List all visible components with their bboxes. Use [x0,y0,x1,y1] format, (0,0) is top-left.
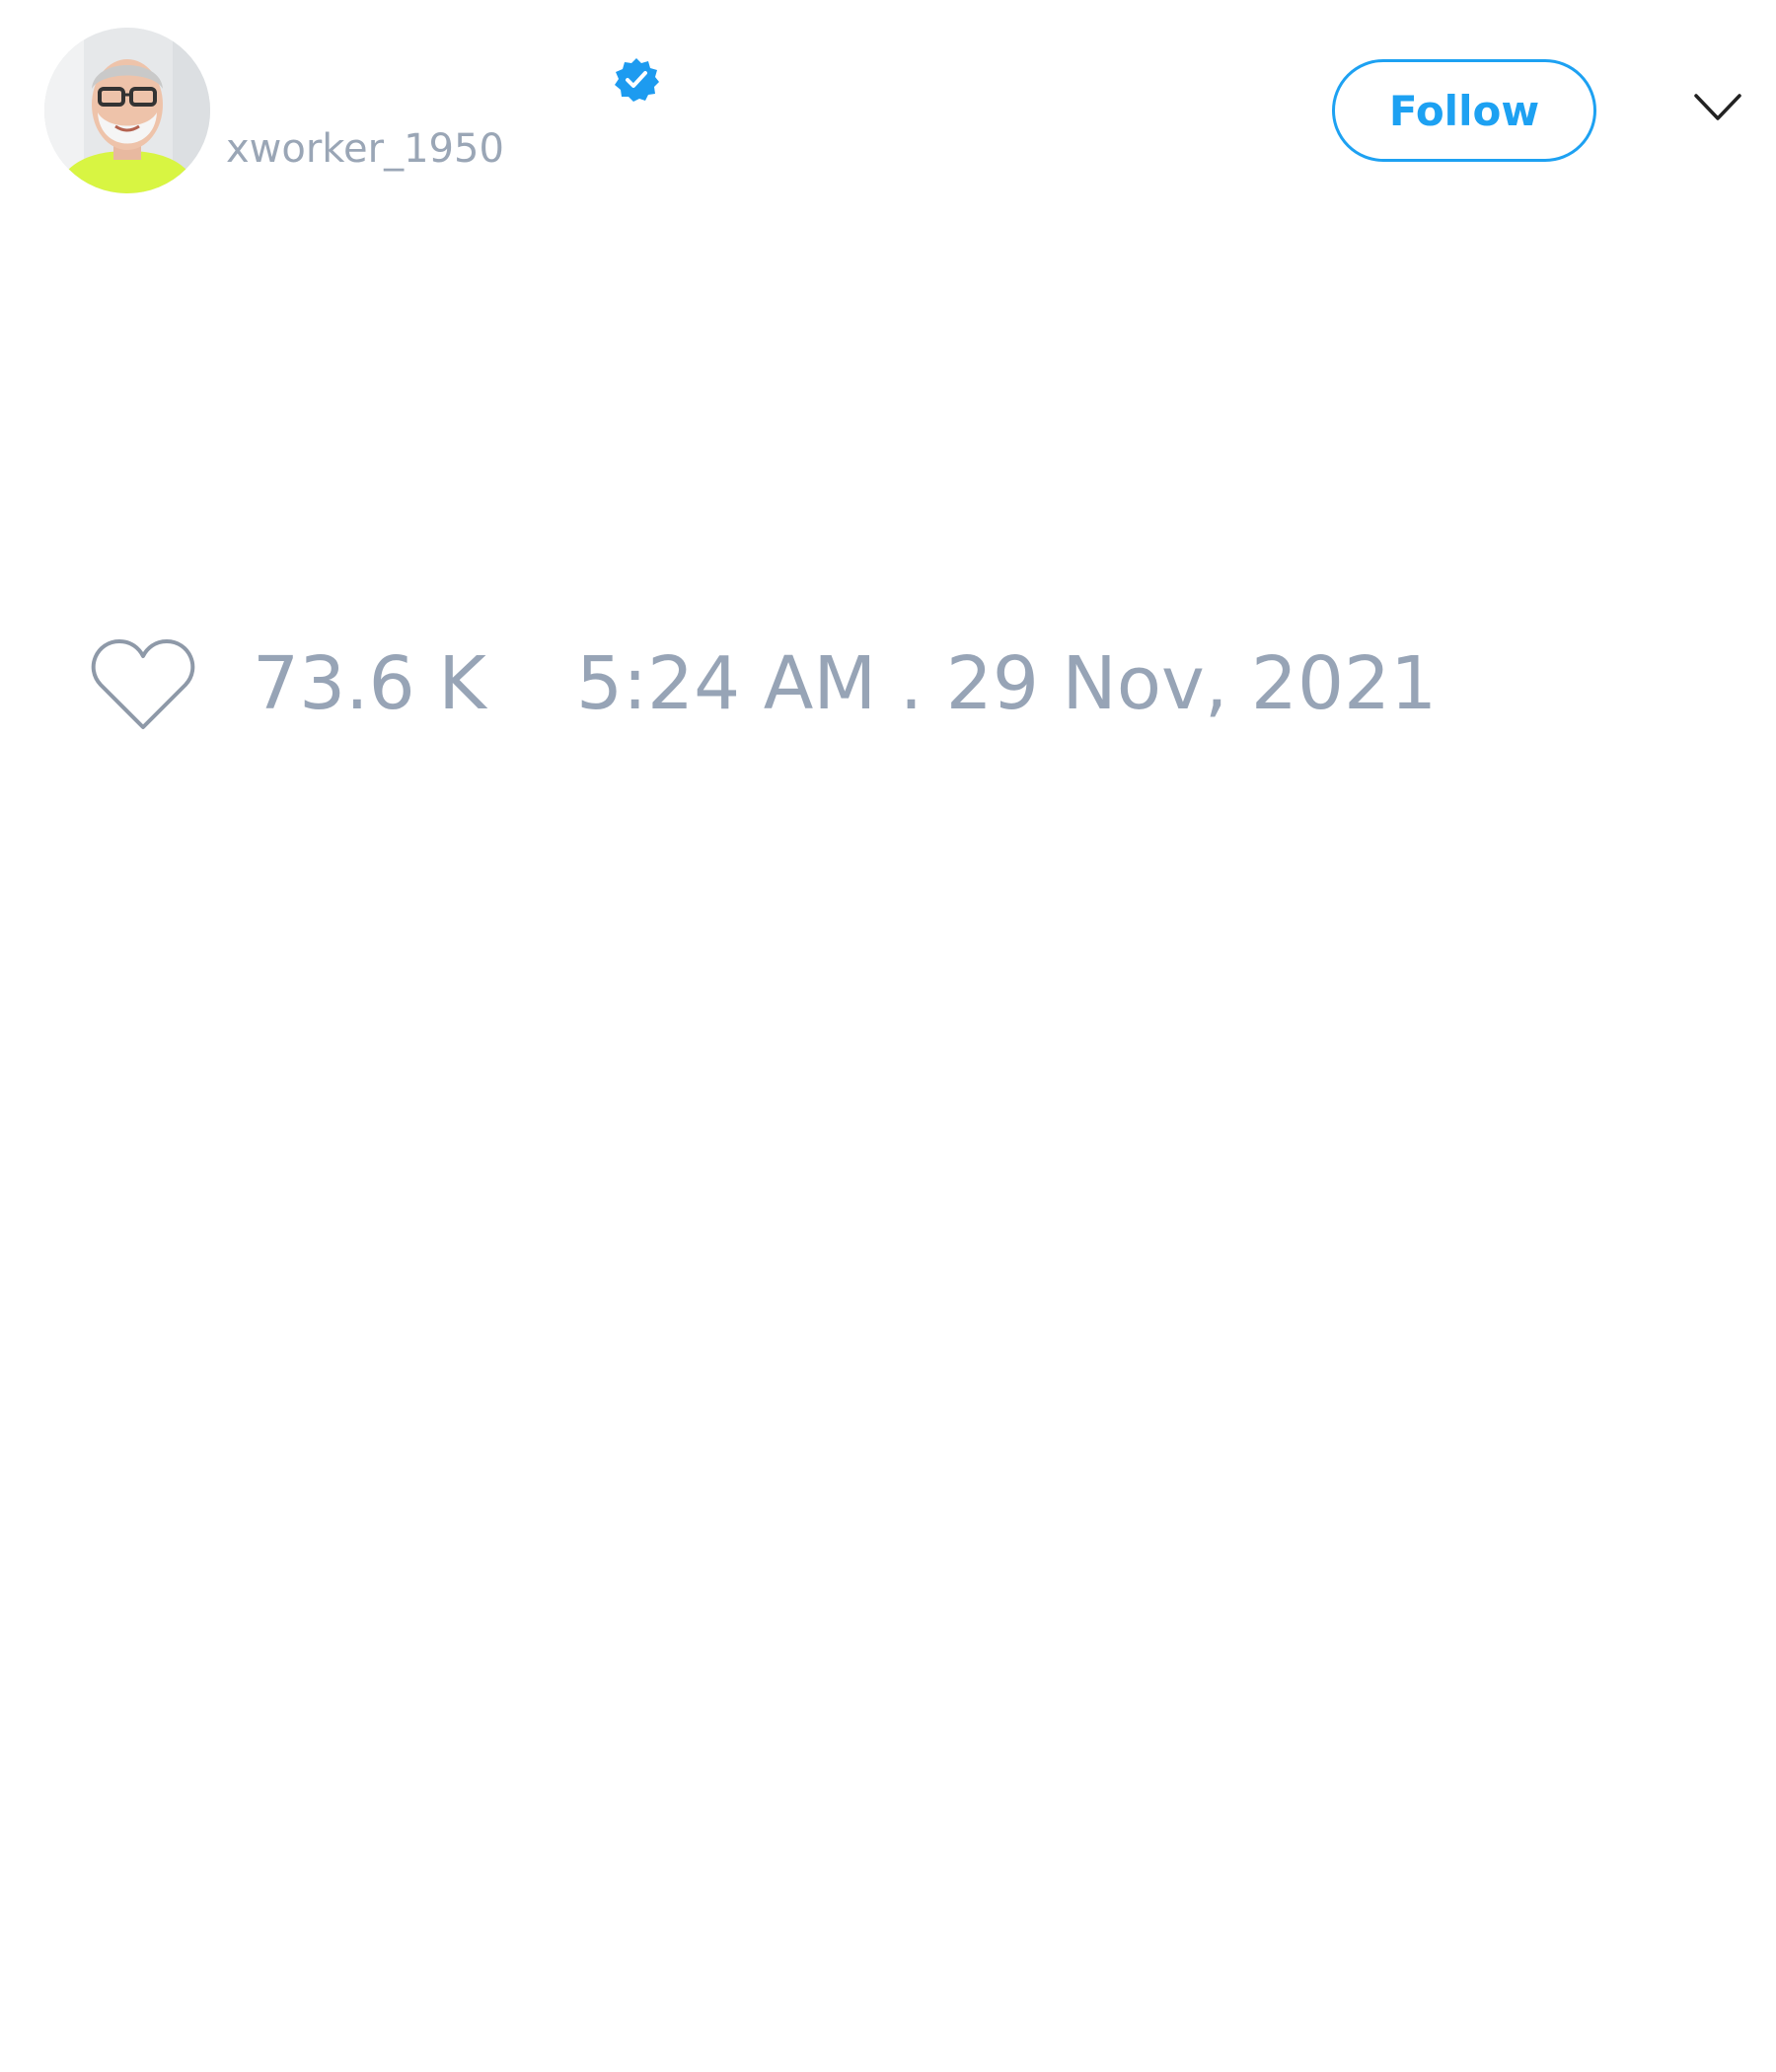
avatar[interactable] [44,28,210,193]
chevron-down-icon[interactable] [1693,91,1742,124]
tweet-timestamp[interactable]: 5:24 AM . 29 Nov, 2021 [576,641,1437,726]
heart-outline-icon[interactable] [89,635,197,734]
author-handle[interactable]: xworker_1950 [226,124,504,174]
avatar-photo [44,28,210,193]
verified-badge-icon [615,58,659,102]
follow-button[interactable]: Follow [1332,59,1596,162]
like-count: 73.6 K [253,641,486,726]
